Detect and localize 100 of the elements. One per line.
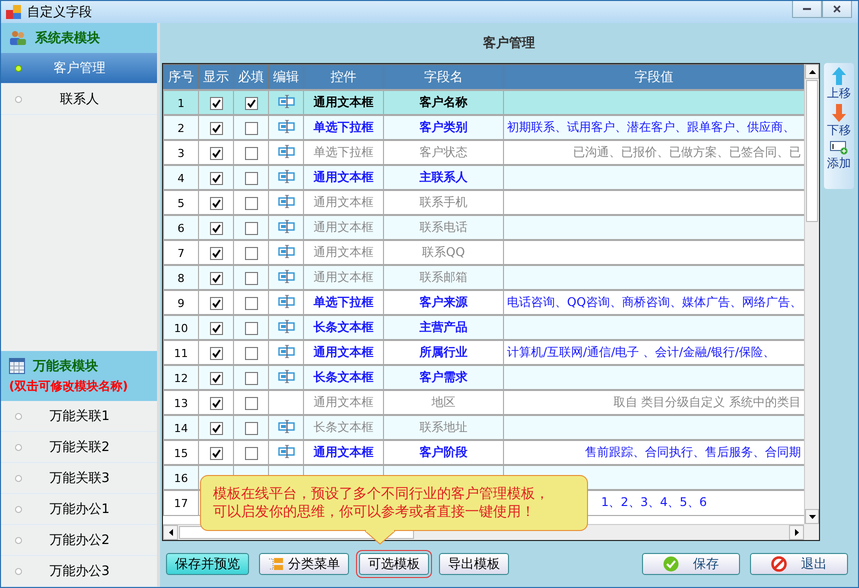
table-row[interactable]: 15 通用文本框 客户阶段 售前跟踪、合同执行、售后服务、合同期 xyxy=(164,440,804,465)
caret-down-icon xyxy=(808,514,816,518)
close-button[interactable] xyxy=(822,1,852,18)
scroll-thumb[interactable] xyxy=(806,80,818,222)
row-number: 11 xyxy=(174,346,188,360)
table-row[interactable]: 12 长条文本框 客户需求 xyxy=(164,365,804,390)
checkbox[interactable] xyxy=(210,122,222,135)
table-cell: 通用文本框 xyxy=(314,195,374,209)
checkbox[interactable] xyxy=(244,322,258,335)
checkbox[interactable] xyxy=(244,372,258,385)
text-field-icon[interactable] xyxy=(278,320,294,332)
table-cell: 单选下拉框 xyxy=(314,145,374,159)
panel-title: 客户管理 xyxy=(483,34,535,52)
column-header[interactable]: 编辑 xyxy=(268,64,304,90)
table-cell: 长条文本框 xyxy=(314,420,374,434)
toolbar-button[interactable]: 下移 xyxy=(827,104,851,139)
table-row[interactable]: 2 单选下拉框 客户类别 初期联系、试用客户、潜在客户、跟单客户、供应商、 xyxy=(164,115,804,140)
sidebar-item[interactable]: 万能办公2 xyxy=(1,525,157,556)
table-row[interactable]: 11 通用文本框 所属行业 计算机/互联网/通信/电子 、会计/金融/银行/保险、 xyxy=(164,340,804,365)
checkbox[interactable] xyxy=(210,372,222,385)
column-header[interactable]: 显示 xyxy=(198,64,234,90)
toolbar-button[interactable]: 分类菜单 xyxy=(259,553,349,575)
column-header[interactable]: 字段名 xyxy=(384,64,504,90)
add-field-icon xyxy=(830,141,848,155)
table-cell: 客户类别 xyxy=(420,120,468,134)
checkbox[interactable] xyxy=(210,296,222,310)
toolbar-button[interactable]: 导出模板 xyxy=(439,553,509,575)
scroll-up-button[interactable] xyxy=(805,64,819,79)
text-field-icon[interactable] xyxy=(278,370,294,382)
table-cell: 客户阶段 xyxy=(420,445,468,459)
checkbox[interactable] xyxy=(244,96,258,110)
sidebar-item[interactable]: 万能关联3 xyxy=(1,463,157,494)
caret-right-icon xyxy=(794,529,798,536)
arrow-up-icon xyxy=(832,67,846,85)
sidebar-item[interactable]: 客户管理 xyxy=(1,53,157,84)
sidebar-item[interactable]: 万能关联2 xyxy=(1,432,157,463)
column-header[interactable]: 序号 xyxy=(164,64,198,90)
scroll-right-button[interactable] xyxy=(789,525,804,540)
checkbox[interactable] xyxy=(210,346,222,360)
table-row[interactable]: 4 通用文本框 主联系人 xyxy=(164,165,804,190)
text-field-icon[interactable] xyxy=(278,344,294,358)
checkbox[interactable] xyxy=(244,172,258,185)
sidebar-item[interactable]: 万能办公3 xyxy=(1,556,157,587)
text-field-icon[interactable] xyxy=(278,444,294,458)
table-cell: 联系电话 xyxy=(420,220,468,234)
checkbox[interactable] xyxy=(210,322,222,335)
checkbox[interactable] xyxy=(244,346,258,360)
table-cell: 客户名称 xyxy=(420,95,468,109)
table-cell: 通用文本框 xyxy=(314,220,374,234)
sidebar-item[interactable]: 万能办公1 xyxy=(1,494,157,525)
text-field-icon[interactable] xyxy=(278,294,294,308)
table-cell: 初期联系、试用客户、潜在客户、跟单客户、供应商、 xyxy=(507,120,795,134)
section-title: 万能表模块 xyxy=(33,358,98,375)
checkbox[interactable] xyxy=(210,172,222,185)
table-cell: 通用文本框 xyxy=(314,170,374,184)
checkbox[interactable] xyxy=(210,96,222,110)
table-cell: 通用文本框 xyxy=(314,95,374,109)
scrollbar-corner xyxy=(804,524,819,540)
table-cell: 联系邮箱 xyxy=(420,270,468,284)
toolbar-button[interactable]: 可选模板 xyxy=(359,553,429,575)
table-cell: 客户来源 xyxy=(420,295,468,309)
checkbox[interactable] xyxy=(244,446,258,460)
vertical-scrollbar[interactable] xyxy=(804,64,819,524)
users-icon xyxy=(9,30,27,46)
row-number: 2 xyxy=(178,122,184,134)
table-row[interactable]: 9 单选下拉框 客户来源 电话咨询、QQ咨询、商桥咨询、媒体广告、网络广告、 xyxy=(164,290,804,315)
toolbar-button[interactable]: 上移 xyxy=(827,67,851,102)
row-number: 7 xyxy=(178,246,184,260)
sidebar-item[interactable]: 万能关联1 xyxy=(1,401,157,432)
table-cell: 联系QQ xyxy=(422,245,465,259)
save-button[interactable]: 保存 xyxy=(642,553,740,575)
row-number: 10 xyxy=(174,322,188,334)
column-header[interactable]: 控件 xyxy=(304,64,384,90)
app-icon xyxy=(6,4,22,20)
table-cell: 所属行业 xyxy=(420,345,468,359)
checkbox[interactable] xyxy=(244,296,258,310)
minimize-button[interactable] xyxy=(792,1,822,18)
table-row[interactable]: 10 长条文本框 主营产品 xyxy=(164,315,804,340)
table-cell: 计算机/互联网/通信/电子 、会计/金融/银行/保险、 xyxy=(507,345,776,359)
caret-up-icon xyxy=(808,70,816,74)
column-header[interactable]: 必填 xyxy=(234,64,268,90)
row-number: 1 xyxy=(178,96,184,110)
checkbox[interactable] xyxy=(210,446,222,460)
column-header[interactable]: 字段值 xyxy=(504,64,804,90)
toolbar-button[interactable]: 添加 xyxy=(827,141,851,172)
toolbar-button[interactable]: 保存并预览 xyxy=(166,553,249,575)
table-cell: 主营产品 xyxy=(420,320,468,334)
text-field-icon[interactable] xyxy=(278,120,294,132)
row-number: 16 xyxy=(174,472,188,484)
text-field-icon[interactable] xyxy=(278,170,294,182)
scroll-left-button[interactable] xyxy=(163,525,178,540)
row-number: 14 xyxy=(174,422,188,434)
scroll-down-button[interactable] xyxy=(805,509,819,524)
checkbox[interactable] xyxy=(244,122,258,135)
row-number: 3 xyxy=(178,146,184,160)
sidebar-item[interactable]: 联系人 xyxy=(1,84,157,115)
exit-button[interactable]: 退出 xyxy=(750,553,848,575)
text-field-icon[interactable] xyxy=(278,94,294,108)
table-row[interactable]: 1 通用文本框 客户名称 xyxy=(164,90,804,115)
arrow-down-icon xyxy=(832,104,846,122)
